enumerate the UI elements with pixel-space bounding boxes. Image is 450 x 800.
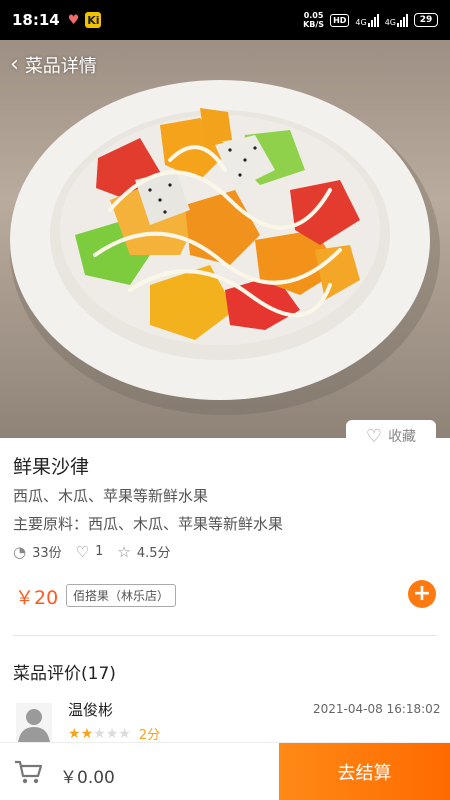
favorite-label: 收藏 [388,429,417,445]
checkout-button[interactable]: 去结算 [279,743,450,800]
likes-stat: ♡ 1 [76,543,104,561]
star-filled-icon: ★ [68,725,81,742]
signal-label-2: 4G [384,18,396,27]
chevron-left-icon: ‹ [10,52,19,77]
star-empty-icon: ★ [105,725,119,742]
star-empty-icon: ★ [93,725,106,742]
net-speed-value: 0.05 [303,11,324,20]
review-score: 2分 [138,728,161,743]
status-bar: 18:14 ♥ Ki 0.05 KB/S HD 4G 4G 29 [0,0,450,40]
dish-price: ￥20 [15,587,59,609]
back-button[interactable]: ‹ 菜品详情 [10,52,97,78]
avatar [16,703,52,743]
reviewer-name: 温俊彬 [68,701,114,719]
star-empty-icon: ★ [118,725,131,742]
status-right: 0.05 KB/S HD 4G 4G 29 [303,11,438,29]
heart-rate-icon: ♥ [67,12,80,28]
sales-chart-icon: ◔ [13,542,27,561]
star-filled-icon: ★ [80,725,94,742]
net-speed-unit: KB/S [303,20,325,29]
network-speed: 0.05 KB/S [303,11,324,29]
sales-stat: ◔ 33份 [13,542,62,562]
hd-icon: HD [330,13,350,27]
app-badge-icon: Ki [85,12,102,28]
status-time: 18:14 [12,11,60,29]
fruit-salad-illustration [10,80,440,415]
divider [13,635,437,636]
rating-value: 4.5分 [136,546,171,561]
battery-icon: 29 [414,13,438,27]
reviews-title: 菜品评价(17) [13,664,116,684]
heart-outline-icon: ♡ [75,542,90,561]
dish-image [0,40,450,438]
favorite-button[interactable]: ♡ 收藏 [346,420,436,452]
rating-stat: ☆ 4.5分 [117,542,171,562]
signal-icon-2: 4G [385,13,408,27]
signal-label-1: 4G [355,18,367,27]
cart-total: ￥0.00 [60,768,115,788]
page-title: 菜品详情 [24,56,97,77]
cart-icon[interactable] [14,759,42,785]
dish-stats: ◔ 33份 ♡ 1 ☆ 4.5分 [13,542,185,562]
star-outline-icon: ☆ [117,542,131,561]
heart-outline-icon: ♡ [365,425,383,447]
dish-ingredients: 主要原料：西瓜、木瓜、苹果等新鲜水果 [13,515,284,533]
dish-name: 鲜果沙律 [13,456,90,478]
add-to-cart-button[interactable]: + [408,580,436,608]
bottom-bar: ￥0.00 去结算 [0,742,450,800]
review-stars: ★ ★ ★ ★ ★ 2分 [68,724,161,744]
review-date: 2021-04-08 16:18:02 [313,702,441,716]
shop-tag[interactable]: 佰搭果（林乐店） [66,584,177,607]
likes-count: 1 [95,544,104,559]
signal-icon-1: 4G [355,13,379,27]
dish-description: 西瓜、木瓜、苹果等新鲜水果 [13,487,209,505]
sales-count: 33份 [32,546,62,561]
